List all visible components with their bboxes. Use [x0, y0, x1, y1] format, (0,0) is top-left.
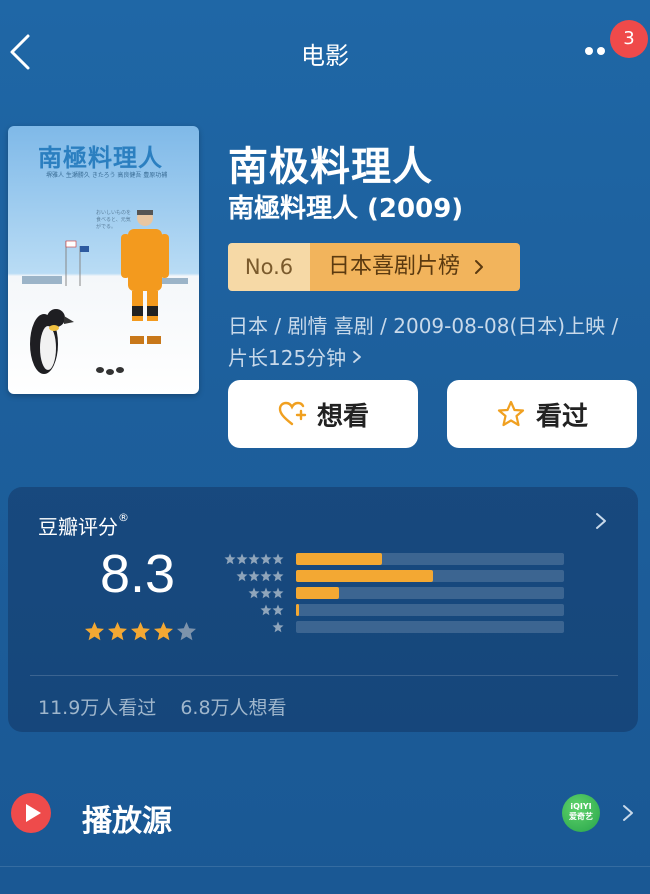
- mini-star-icon: [272, 604, 284, 616]
- movie-original-title: 南極料理人 (2009): [228, 194, 464, 224]
- mini-star-icon: [224, 553, 236, 565]
- rating-bar-row: [220, 602, 572, 618]
- play-source-label: 播放源: [82, 804, 172, 839]
- mini-star-icon: [272, 553, 284, 565]
- mini-star-icon: [248, 570, 260, 582]
- star-outline-icon: [497, 400, 525, 427]
- play-source-row[interactable]: 播放源 iQIYI 爱奇艺: [0, 770, 650, 860]
- rating-bar-fill: [296, 587, 339, 599]
- rating-star-icon: [131, 622, 150, 641]
- mini-star-icon: [248, 587, 260, 599]
- mini-star-icon: [260, 570, 272, 582]
- more-dots-icon[interactable]: [584, 46, 614, 56]
- rating-bar-stars: [272, 621, 284, 633]
- chevron-right-icon: [353, 350, 362, 363]
- want-to-watch-label: 想看: [316, 401, 369, 432]
- rating-source-label: 豆瓣评分®: [38, 511, 129, 539]
- rating-stats: 11.9万人看过 6.8万人想看: [38, 693, 287, 720]
- rating-bar-row: [220, 585, 572, 601]
- chevron-right-icon: [475, 260, 484, 274]
- poster-title: 南極料理人: [38, 144, 163, 172]
- rating-bar-row: [220, 568, 572, 584]
- rating-bar-stars: [260, 604, 284, 616]
- rank-number: No.6: [228, 243, 310, 291]
- rating-bar-track: [296, 553, 564, 565]
- mini-star-icon: [260, 604, 272, 616]
- rating-bar-stars: [236, 570, 284, 582]
- rating-card[interactable]: 豆瓣评分® 8.3 11.9万人看过 6.8万人想看: [8, 487, 638, 732]
- rating-bar-row: [220, 551, 572, 567]
- poster-tagline: おいしいものを食べると、元気がでる。: [96, 210, 132, 230]
- mini-star-icon: [260, 553, 272, 565]
- movie-poster[interactable]: 南極料理人 堺雅人 生瀬勝久 きたろう 高良健吾 豊原功補 おいしいものを食べる…: [8, 126, 199, 394]
- chevron-right-icon[interactable]: [594, 511, 608, 531]
- movie-duration-link[interactable]: 片长125分钟: [228, 342, 362, 371]
- top-bar: 电影 3: [0, 0, 650, 100]
- movie-title: 南极料理人: [228, 144, 433, 190]
- mini-star-icon: [272, 621, 284, 633]
- divider: [0, 866, 650, 867]
- chevron-right-icon: [623, 805, 633, 821]
- rating-bar-track: [296, 570, 564, 582]
- rank-badge[interactable]: No.6 日本喜剧片榜: [228, 243, 520, 291]
- seen-count: 11.9万人看过: [38, 697, 157, 719]
- rating-bar-track: [296, 604, 564, 616]
- rating-bar-stars: [224, 553, 284, 565]
- mini-star-icon: [260, 587, 272, 599]
- rating-star-icon: [154, 622, 173, 641]
- rating-bar-row: [220, 619, 572, 635]
- watched-label: 看过: [535, 401, 588, 432]
- rating-star-icon: [85, 622, 104, 641]
- play-circle-icon: [11, 793, 51, 833]
- movie-meta-info: 日本 / 剧情 喜剧 / 2009-08-08(日本)上映 /: [228, 314, 619, 338]
- notification-badge[interactable]: 3: [610, 20, 648, 58]
- divider: [30, 675, 618, 676]
- iqiyi-logo: iQIYI 爱奇艺: [562, 794, 600, 832]
- rating-bar-track: [296, 621, 564, 633]
- mini-star-icon: [272, 587, 284, 599]
- want-to-watch-button[interactable]: 想看: [228, 380, 418, 448]
- rating-star-icon: [177, 622, 196, 641]
- rating-bar-fill: [296, 604, 299, 616]
- rating-bar-fill: [296, 553, 382, 565]
- rating-bar-track: [296, 587, 564, 599]
- rating-score: 8.3: [100, 544, 176, 604]
- heart-plus-icon: [278, 401, 307, 426]
- page-title: 电影: [301, 42, 349, 70]
- movie-duration: 片长125分钟: [228, 346, 347, 370]
- rank-list-link[interactable]: 日本喜剧片榜: [310, 243, 520, 291]
- want-count: 6.8万人想看: [180, 697, 287, 719]
- watched-button[interactable]: 看过: [447, 380, 637, 448]
- mini-star-icon: [272, 570, 284, 582]
- mini-star-icon: [248, 553, 260, 565]
- poster-credits: 堺雅人 生瀬勝久 きたろう 高良健吾 豊原功補: [46, 172, 168, 179]
- rating-star-icon: [108, 622, 127, 641]
- rating-bar-stars: [248, 587, 284, 599]
- mini-star-icon: [236, 570, 248, 582]
- rank-list-label: 日本喜剧片榜: [328, 254, 461, 279]
- rating-bar-fill: [296, 570, 433, 582]
- mini-star-icon: [236, 553, 248, 565]
- rating-stars: [84, 621, 197, 642]
